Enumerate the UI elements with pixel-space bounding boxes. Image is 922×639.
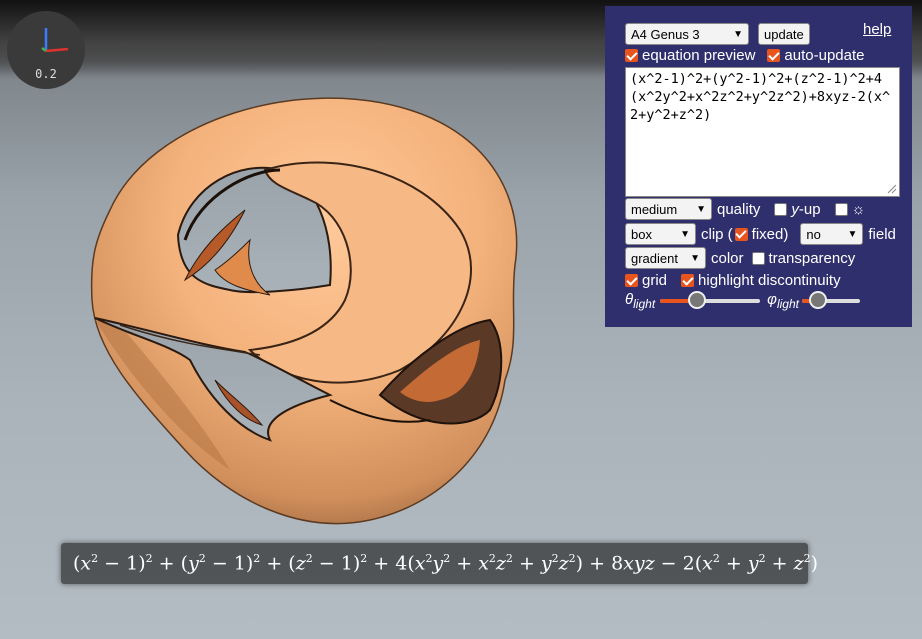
- phi-slider-handle[interactable]: [808, 291, 827, 309]
- equation-input[interactable]: (x^2-1)^2+(y^2-1)^2+(z^2-1)^2+4(x^2y^2+x…: [625, 67, 900, 197]
- surface-select-value: A4 Genus 3: [631, 26, 700, 42]
- clip-select-value: box: [631, 226, 652, 242]
- theta-light-slider[interactable]: [660, 291, 761, 309]
- fixed-label: fixed): [751, 225, 789, 243]
- field-select-value: no: [806, 226, 821, 242]
- y-up-var: y: [791, 200, 799, 218]
- phi-light-slider[interactable]: [801, 291, 860, 309]
- chevron-down-icon: ▼: [696, 203, 706, 215]
- clip-select[interactable]: box ▼: [625, 223, 696, 245]
- chevron-down-icon: ▼: [690, 252, 700, 264]
- help-link[interactable]: help: [863, 21, 891, 38]
- sun-icon: ☼: [851, 200, 866, 218]
- chevron-down-icon: ▼: [680, 228, 690, 240]
- field-label: field: [868, 225, 896, 243]
- clip-label: clip (: [701, 225, 733, 243]
- theta-light-sub: light: [633, 297, 656, 311]
- theta-slider-handle[interactable]: [688, 291, 707, 309]
- y-up-text: -up: [798, 200, 821, 218]
- color-label: color: [711, 249, 744, 267]
- highlight-discontinuity-label: highlight discontinuity: [698, 272, 841, 289]
- highlight-discontinuity-checkbox[interactable]: [681, 274, 695, 287]
- equation-preview-label: equation preview: [642, 47, 756, 64]
- color-select[interactable]: gradient ▼: [625, 247, 706, 269]
- phi-light-sub: light: [776, 297, 799, 311]
- chevron-down-icon: ▼: [847, 228, 858, 240]
- quality-select-value: medium: [631, 201, 678, 217]
- transparency-label: transparency: [768, 249, 856, 267]
- grid-label: grid: [642, 272, 668, 289]
- color-select-value: gradient: [631, 250, 678, 266]
- transparency-checkbox[interactable]: [751, 251, 765, 265]
- surface-select[interactable]: A4 Genus 3 ▼: [625, 23, 749, 45]
- quality-label: quality: [717, 200, 761, 218]
- phi-symbol: φ: [767, 291, 777, 308]
- phi-light-label: φlight: [767, 291, 799, 311]
- quality-select[interactable]: medium ▼: [625, 198, 712, 220]
- chevron-down-icon: ▼: [733, 28, 743, 40]
- field-select[interactable]: no ▼: [800, 223, 864, 245]
- theta-light-label: θlight: [625, 291, 655, 311]
- theta-symbol: θ: [625, 291, 634, 308]
- resize-grip-icon[interactable]: [887, 184, 897, 194]
- y-up-label: y-up: [791, 201, 820, 218]
- update-button[interactable]: update: [758, 23, 810, 45]
- y-up-checkbox[interactable]: [774, 202, 788, 216]
- light-toggle-checkbox[interactable]: [834, 202, 848, 216]
- equation-preview-banner: (x2 − 1)2 + (y2 − 1)2 + (z2 − 1)2 + 4(x2…: [61, 543, 818, 584]
- fixed-checkbox[interactable]: [734, 227, 748, 241]
- grid-checkbox[interactable]: [625, 274, 638, 287]
- auto-update-label: auto-update: [784, 47, 865, 64]
- equation-preview-checkbox[interactable]: [625, 49, 638, 62]
- control-panel: A4 Genus 3 ▼ update help equation previe…: [605, 6, 912, 327]
- auto-update-checkbox[interactable]: [767, 49, 781, 62]
- equation-preview-math: (x2 − 1)2 + (y2 − 1)2 + (z2 − 1)2 + 4(x2…: [73, 552, 819, 575]
